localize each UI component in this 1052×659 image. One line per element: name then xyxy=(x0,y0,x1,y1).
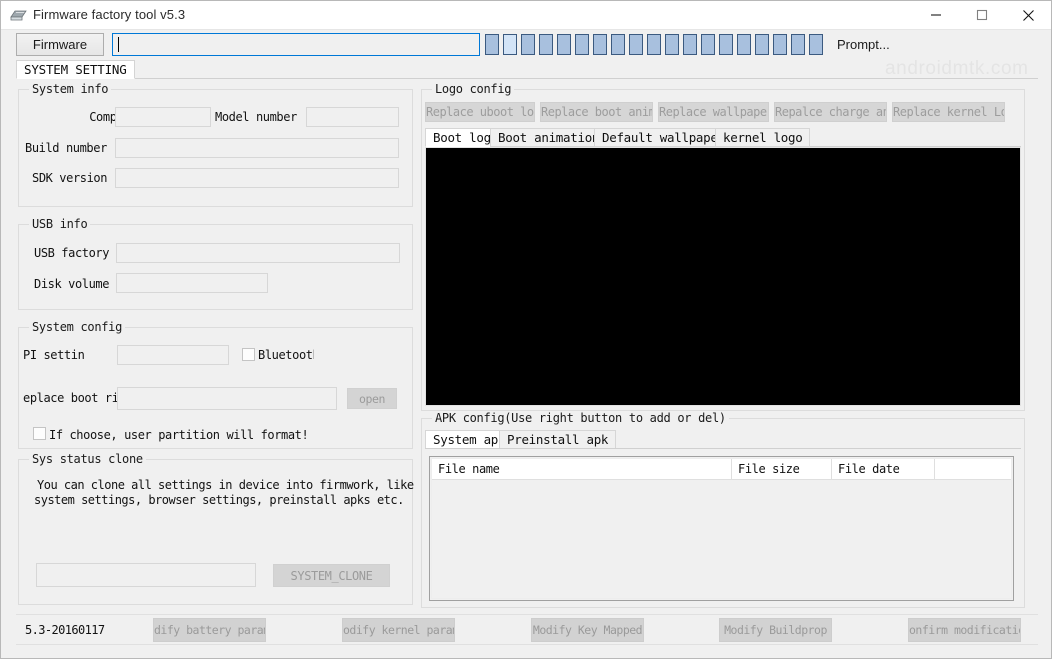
tab-default-wallpaper[interactable]: Default wallpaper xyxy=(594,128,733,147)
title-bar: Firmware factory tool v5.3 xyxy=(1,1,1051,30)
clone-description-line2: system settings, browser settings, prein… xyxy=(34,493,404,507)
apk-file-list[interactable]: File name File size File date xyxy=(429,456,1014,601)
minimize-button[interactable] xyxy=(913,1,959,29)
progress-block-14 xyxy=(737,34,751,55)
file-list-inner: File name File size File date xyxy=(431,458,1012,599)
model-number-input[interactable] xyxy=(306,107,399,127)
apk-config-title: APK config(Use right button to add or de… xyxy=(432,411,729,425)
progress-block-11 xyxy=(683,34,697,55)
bluetooth-checkbox[interactable] xyxy=(242,348,255,361)
firmware-factory-tool-window: Firmware factory tool v5.3 Firmware Prom… xyxy=(0,0,1052,659)
company-input[interactable] xyxy=(115,107,211,127)
progress-block-18 xyxy=(809,34,823,55)
replace-wallpaper-button[interactable]: Replace wallpaper xyxy=(658,102,769,122)
prompt-label: Prompt... xyxy=(837,37,890,52)
maximize-icon xyxy=(976,9,988,21)
window-title: Firmware factory tool v5.3 xyxy=(33,7,186,22)
sdk-version-label: SDK version xyxy=(32,171,108,185)
progress-block-10 xyxy=(665,34,679,55)
progress-block-6 xyxy=(593,34,607,55)
file-list-header: File name File size File date xyxy=(432,459,1011,480)
logo-tab-strip: Boot logo Boot animation Default wallpap… xyxy=(425,128,1021,147)
close-icon xyxy=(1022,9,1034,21)
modify-kernel-param-button[interactable]: odify kernel param xyxy=(342,618,455,642)
sys-status-clone-title: Sys status clone xyxy=(29,452,146,466)
progress-block-17 xyxy=(791,34,805,55)
firmware-path-input[interactable] xyxy=(112,33,480,56)
system-clone-button[interactable]: SYSTEM_CLONE xyxy=(273,564,390,587)
modify-key-mapped-button[interactable]: Modify Key Mapped xyxy=(531,618,644,642)
progress-block-1 xyxy=(503,34,517,55)
system-info-title: System info xyxy=(29,82,112,96)
tab-kernel-logo[interactable]: kernel logo xyxy=(715,128,811,147)
usb-info-group: USB info xyxy=(18,217,413,310)
minimize-icon xyxy=(931,14,941,16)
disk-volume-label: Disk volume xyxy=(34,277,110,291)
column-file-name[interactable]: File name xyxy=(432,459,732,479)
replace-kernel-logo-button[interactable]: Replace kernel Logo xyxy=(892,102,1005,122)
text-caret xyxy=(118,37,119,52)
model-number-label: Model number xyxy=(215,110,297,124)
usb-factory-input[interactable] xyxy=(116,243,400,263)
format-partition-label: If choose, user partition will format! xyxy=(49,428,309,442)
progress-block-5 xyxy=(575,34,589,55)
progress-block-9 xyxy=(647,34,661,55)
apk-tab-underline xyxy=(425,448,1021,449)
progress-block-7 xyxy=(611,34,625,55)
tab-boot-animation[interactable]: Boot animation xyxy=(490,128,608,147)
disk-volume-input[interactable] xyxy=(116,273,268,293)
build-number-input[interactable] xyxy=(115,138,399,158)
logo-config-title: Logo config xyxy=(432,82,515,96)
tab-preinstall-apk[interactable]: Preinstall apk xyxy=(499,430,617,449)
replace-uboot-logo-button[interactable]: Replace uboot logo xyxy=(425,102,535,122)
progress-block-13 xyxy=(719,34,733,55)
tab-system-setting[interactable]: SYSTEM SETTING xyxy=(16,60,135,79)
sdk-version-input[interactable] xyxy=(115,168,399,188)
progress-block-3 xyxy=(539,34,553,55)
modify-buildprop-button[interactable]: Modify Buildprop xyxy=(719,618,832,642)
modify-battery-param-button[interactable]: dify battery param xyxy=(153,618,266,642)
usb-factory-label: USB factory xyxy=(34,246,110,260)
format-partition-checkbox[interactable] xyxy=(33,427,46,440)
replace-boot-ring-input[interactable] xyxy=(117,387,337,410)
logo-preview-area[interactable] xyxy=(425,147,1021,406)
column-extra[interactable] xyxy=(935,459,1015,479)
confirm-modification-button[interactable]: onfirm modification xyxy=(908,618,1021,642)
dpi-setting-input[interactable] xyxy=(117,345,229,365)
replace-boot-anim-button[interactable]: Replace boot anim xyxy=(540,102,653,122)
progress-block-12 xyxy=(701,34,715,55)
progress-block-0 xyxy=(485,34,499,55)
column-file-size[interactable]: File size xyxy=(732,459,832,479)
version-label: 5.3-20160117 xyxy=(25,623,105,637)
dpi-setting-label: PI settin xyxy=(23,348,85,362)
replace-boot-ring-label: eplace boot rin xyxy=(23,391,126,405)
usb-info-title: USB info xyxy=(29,217,91,231)
progress-block-16 xyxy=(773,34,787,55)
replace-charge-anim-button[interactable]: Repalce charge anim xyxy=(774,102,887,122)
app-icon xyxy=(10,7,27,23)
open-button[interactable]: open xyxy=(347,388,397,409)
bluetooth-label: Bluetooth xyxy=(258,348,314,362)
main-tab-strip: SYSTEM SETTING xyxy=(16,60,1038,79)
clone-description-line1: You can clone all settings in device int… xyxy=(37,478,414,492)
close-button[interactable] xyxy=(1005,1,1051,29)
progress-block-15 xyxy=(755,34,769,55)
progress-block-4 xyxy=(557,34,571,55)
build-number-label: Build number xyxy=(25,141,107,155)
clone-path-input[interactable] xyxy=(36,563,256,587)
progress-block-2 xyxy=(521,34,535,55)
firmware-button[interactable]: Firmware xyxy=(16,33,104,56)
maximize-button[interactable] xyxy=(959,1,1005,29)
system-config-title: System config xyxy=(29,320,126,334)
progress-block-8 xyxy=(629,34,643,55)
column-file-date[interactable]: File date xyxy=(832,459,935,479)
file-list-body[interactable] xyxy=(432,480,1011,598)
progress-bar xyxy=(485,34,825,55)
